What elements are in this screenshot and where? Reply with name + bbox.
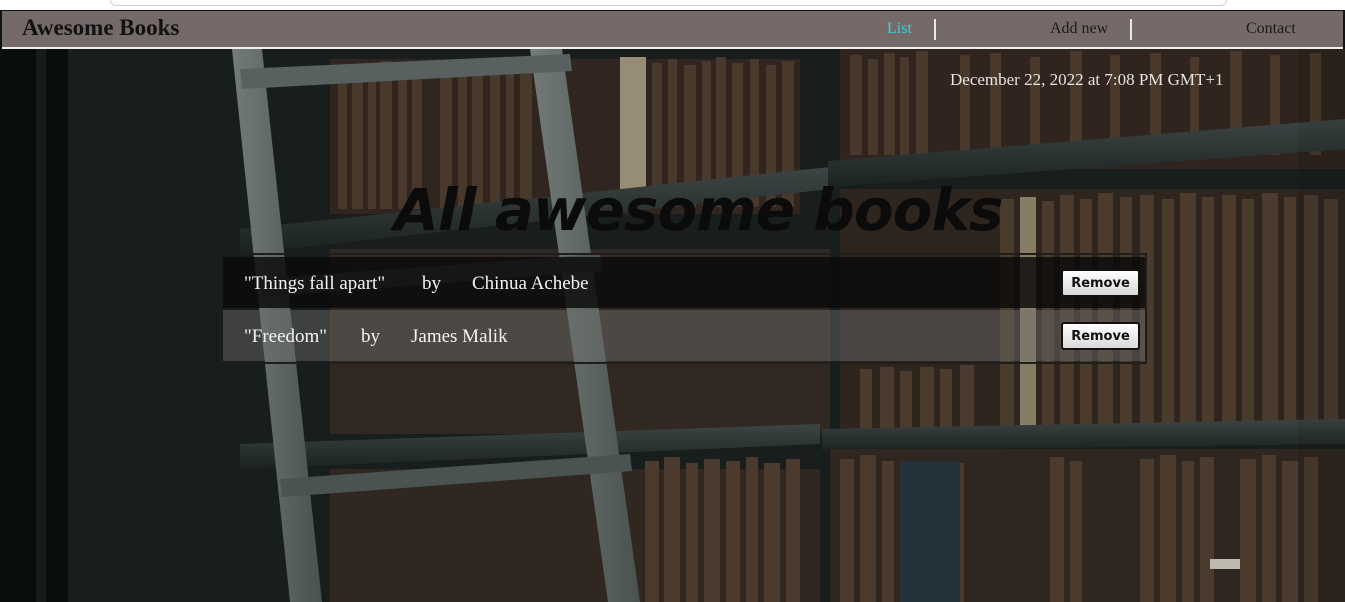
nav-separator <box>934 19 936 40</box>
book-author: James Malik <box>411 326 508 347</box>
book-by: by <box>361 326 380 347</box>
browser-top-strip <box>0 0 1345 10</box>
nav-link-add-new[interactable]: Add new <box>1050 20 1108 38</box>
book-author: Chinua Achebe <box>472 273 589 294</box>
book-row: "Freedom" by James Malik Remove <box>223 310 1145 361</box>
book-row: "Things fall apart" by Chinua Achebe Rem… <box>223 257 1145 308</box>
remove-button[interactable]: Remove <box>1061 269 1140 297</box>
navbar: Awesome Books List Add new Contact <box>2 11 1343 49</box>
book-by: by <box>422 273 441 294</box>
current-datetime: December 22, 2022 at 7:08 PM GMT+1 <box>950 70 1224 89</box>
nav-separator <box>1130 19 1132 40</box>
nav-links: List Add new Contact <box>2 11 1343 47</box>
nav-link-contact[interactable]: Contact <box>1246 20 1296 38</box>
nav-link-list[interactable]: List <box>887 20 912 38</box>
browser-address-bar[interactable] <box>110 0 1227 6</box>
book-list: "Things fall apart" by Chinua Achebe Rem… <box>219 253 1147 364</box>
book-title: "Things fall apart" <box>244 273 386 294</box>
page-title: All awesome books <box>394 176 1004 244</box>
book-title: "Freedom" <box>244 326 328 347</box>
remove-button[interactable]: Remove <box>1061 322 1140 350</box>
